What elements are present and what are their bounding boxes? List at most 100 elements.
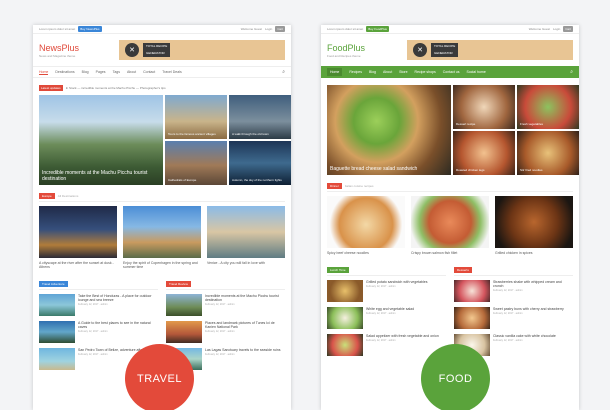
list-item[interactable]: White egg and vegetable salad February 12… xyxy=(327,307,446,329)
item-title: Take the Best of Honduras - A place for … xyxy=(78,294,152,302)
site-tagline: Food and Recipes theme xyxy=(327,53,361,58)
featured-3-caption: Fresh vegetables xyxy=(520,122,544,126)
featured-5-caption: Autumn, the sky of the northern lights xyxy=(232,178,282,182)
featured-4[interactable]: Roasted chicken legs xyxy=(453,131,515,175)
list-item[interactable]: A Guide to the best places to see in the… xyxy=(39,321,158,343)
item-title: Strawberries shake with whipped cream an… xyxy=(493,280,562,288)
buy-button[interactable]: Buy NewsPlus xyxy=(78,26,102,32)
section-tag[interactable]: Dinner xyxy=(327,183,342,189)
item-title: Incredible moments at the Machu Picchu t… xyxy=(205,294,279,302)
header: NewsPlus News and Magazine theme ✕ TOTAL… xyxy=(33,34,291,66)
header: FoodPlus Food and Recipes theme ✕ TOTAL … xyxy=(321,34,579,66)
welcome-link[interactable]: Welcome Guest xyxy=(529,27,550,31)
item-title: Salad appetizer with fresh vegetable and… xyxy=(366,334,439,338)
list-item[interactable]: Salad appetizer with fresh vegetable and… xyxy=(327,334,446,356)
nav-home[interactable]: Home xyxy=(327,68,343,76)
cart-button[interactable]: Cart xyxy=(275,26,285,32)
featured-5[interactable]: Autumn, the sky of the northern lights xyxy=(229,141,291,185)
featured-grid: Baguette bread cheese salad sandwich Des… xyxy=(327,85,579,175)
item-meta: February 12, 2017 · admin xyxy=(493,339,523,342)
featured-3[interactable]: A walk through the old town xyxy=(229,95,291,139)
top-bar: Lorem ipsum dolor sit amet Buy NewsPlus … xyxy=(33,25,291,34)
col-header: Lunch Time xyxy=(327,267,446,276)
search-icon[interactable]: ⌕ xyxy=(570,69,573,75)
col-tag[interactable]: Travel Adventure xyxy=(39,281,68,287)
nav-about[interactable]: About xyxy=(383,70,392,74)
cart-button[interactable]: Cart xyxy=(563,26,573,32)
top-bar: Lorem ipsum dolor sit amet Buy FoodPlus … xyxy=(321,25,579,34)
login-link[interactable]: Login xyxy=(553,27,560,31)
list-item[interactable]: Sweet pastry buns with cherry and strawb… xyxy=(454,307,573,329)
section-sub: Italian cuisine recipes xyxy=(344,184,374,188)
nav-tags[interactable]: Tags xyxy=(113,70,120,74)
news-ticker: Latest updates In Stock — incredible mom… xyxy=(39,84,285,91)
nav-blog[interactable]: Blog xyxy=(82,70,89,74)
item-meta: February 12, 2017 · admin xyxy=(78,303,108,306)
featured-main[interactable]: Baguette bread cheese salad sandwich xyxy=(327,85,451,175)
nav-pages[interactable]: Pages xyxy=(96,70,106,74)
topbar-text: Lorem ipsum dolor sit amet xyxy=(39,27,76,31)
item-title: Places and landmark pictures of Tunes Ic… xyxy=(205,321,275,329)
card-venice[interactable]: Venice - A city you will fall in love wi… xyxy=(207,206,285,269)
card-chicken[interactable]: Grilled chicken in spices xyxy=(495,196,573,255)
col-tag[interactable]: Lunch Time xyxy=(327,267,349,273)
featured-2[interactable]: Tours to the famous ancient villages xyxy=(165,95,227,139)
ticker-text[interactable]: In Stock — incredible moments at the Mac… xyxy=(66,86,166,90)
card-noodles[interactable]: Spicy beef cheese noodles xyxy=(327,196,405,255)
section-tag[interactable]: Europe xyxy=(39,193,55,199)
nav-home[interactable]: Home xyxy=(39,70,49,75)
nav-recipes[interactable]: Recipes xyxy=(349,70,362,74)
europe-cards: A cityscape at the river after the sunse… xyxy=(39,206,285,269)
featured-5[interactable]: Stir fried noodles xyxy=(517,131,579,175)
header-ad[interactable]: ✕ TOTAL RECIPE GENERATOR xyxy=(407,40,573,60)
main-nav: Home Destinations Blog Pages Tags About … xyxy=(33,66,291,78)
col-tag[interactable]: Travel Review xyxy=(166,281,191,287)
nav-social[interactable]: Social home xyxy=(467,70,486,74)
list-item[interactable]: Places and landmark pictures of Tunes Ic… xyxy=(166,321,285,343)
list-item[interactable]: Strawberries shake with whipped cream an… xyxy=(454,280,573,302)
section-sub: All Destinations xyxy=(57,194,79,198)
col-header: Travel Review xyxy=(166,281,285,290)
nav-deals[interactable]: Travel Deals xyxy=(162,70,182,74)
ad-line-2: GENERATOR xyxy=(431,50,459,57)
col-header: Travel Adventure xyxy=(39,281,158,290)
search-icon[interactable]: ⌕ xyxy=(282,69,285,75)
col-header: Desserts xyxy=(454,267,573,276)
card-title: Crispy brown salmon fish fillet xyxy=(411,251,458,255)
featured-main-caption: Incredible moments at the Machu Picchu t… xyxy=(42,170,148,182)
buy-button[interactable]: Buy FoodPlus xyxy=(366,26,389,32)
list-item[interactable]: Grilled potato sandwich with vegetables F… xyxy=(327,280,446,302)
featured-main[interactable]: Incredible moments at the Machu Picchu t… xyxy=(39,95,163,185)
card-salmon[interactable]: Crispy brown salmon fish fillet xyxy=(411,196,489,255)
card-athens[interactable]: A cityscape at the river after the sunse… xyxy=(39,206,117,269)
login-link[interactable]: Login xyxy=(265,27,272,31)
ad-line-2: GENERATOR xyxy=(143,50,171,57)
site-tagline: News and Magazine theme xyxy=(39,53,76,58)
featured-4-caption: Cathedrals of Europe xyxy=(168,178,197,182)
topbar-text: Lorem ipsum dolor sit amet xyxy=(327,27,364,31)
site-logo[interactable]: NewsPlus xyxy=(39,43,79,53)
nav-contact[interactable]: Contact xyxy=(143,70,155,74)
featured-4[interactable]: Cathedrals of Europe xyxy=(165,141,227,185)
welcome-link[interactable]: Welcome Guest xyxy=(241,27,262,31)
nav-contact[interactable]: Contact us xyxy=(443,70,460,74)
main-nav: Home Recipes Blog About Store Recipe sho… xyxy=(321,66,579,78)
nav-about[interactable]: About xyxy=(127,70,136,74)
nav-store[interactable]: Store xyxy=(399,70,407,74)
card-copenhagen[interactable]: Enjoy the spirit of Copenhagen in the sp… xyxy=(123,206,201,269)
nav-recipe-shops[interactable]: Recipe shops xyxy=(415,70,436,74)
featured-2[interactable]: Dessert recipe xyxy=(453,85,515,129)
site-logo[interactable]: FoodPlus xyxy=(327,43,365,53)
list-item[interactable]: Take the Best of Honduras - A place for … xyxy=(39,294,158,316)
header-ad[interactable]: ✕ TOTAL RECIPE GENERATOR xyxy=(119,40,285,60)
list-item[interactable]: Incredible moments at the Machu Picchu t… xyxy=(166,294,285,316)
card-title: Spicy beef cheese noodles xyxy=(327,251,369,255)
item-title: A Guide to the best places to see in the… xyxy=(78,321,151,329)
nav-destinations[interactable]: Destinations xyxy=(55,70,74,74)
nav-blog[interactable]: Blog xyxy=(369,70,376,74)
featured-2-caption: Dessert recipe xyxy=(456,122,476,126)
item-meta: February 12, 2017 · admin xyxy=(205,303,235,306)
featured-grid: Incredible moments at the Machu Picchu t… xyxy=(39,95,291,185)
featured-3[interactable]: Fresh vegetables xyxy=(517,85,579,129)
col-tag[interactable]: Desserts xyxy=(454,267,472,273)
